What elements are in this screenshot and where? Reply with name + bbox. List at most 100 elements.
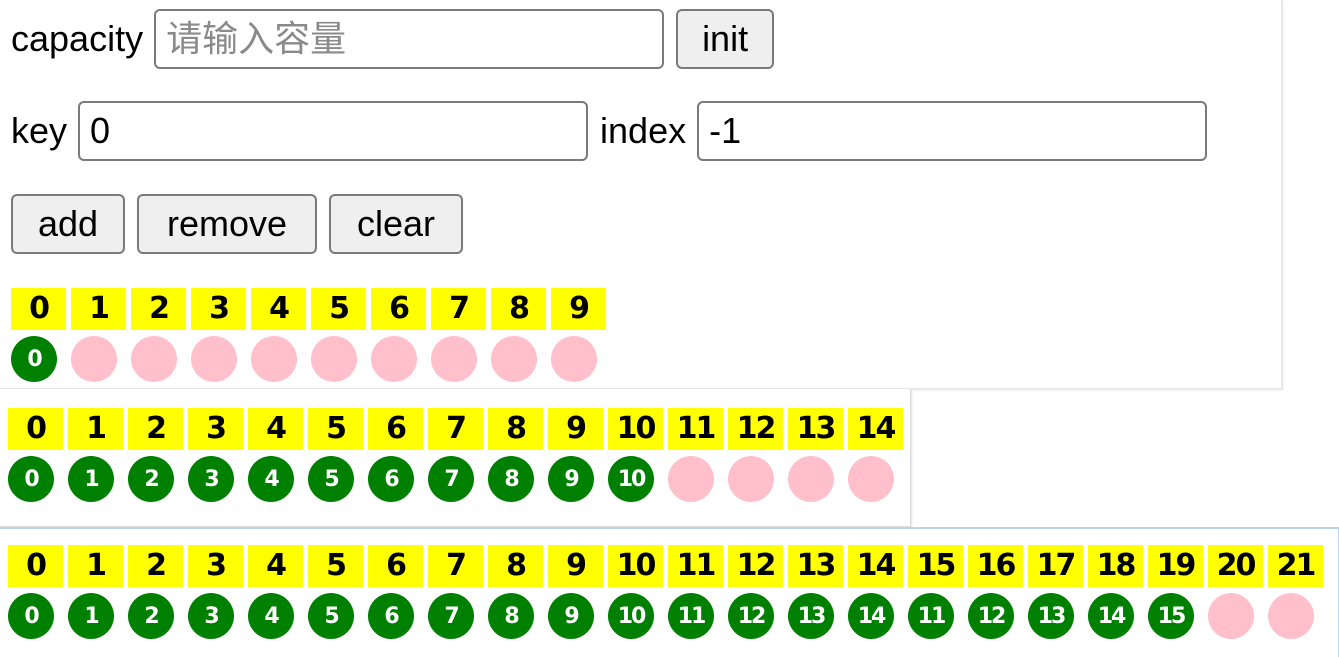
index-row: 0 1 2 3 4 5 6 7 8 9 10 11 12 13 14 15 16 17 18 19 20 21 <box>8 545 1328 587</box>
index-cell: 8 <box>491 288 546 330</box>
slot-row: 0 1 2 3 4 5 6 7 8 9 10 11 12 13 14 11 12 13 14 15 <box>8 587 1328 639</box>
key-index-row: key index <box>11 101 1208 161</box>
filled-slot: 14 <box>1088 593 1134 639</box>
index-cell: 11 <box>668 545 723 587</box>
index-cell: 1 <box>68 408 123 450</box>
empty-slot <box>71 336 117 382</box>
array-view: 0 1 2 3 4 5 6 7 8 9 10 11 12 13 14 0 1 2 3 4 5 6 7 8 9 10 <box>8 408 908 502</box>
index-cell: 10 <box>608 408 663 450</box>
empty-slot <box>371 336 417 382</box>
index-input[interactable] <box>697 101 1208 161</box>
index-cell: 3 <box>188 408 243 450</box>
filled-slot: 7 <box>428 593 474 639</box>
capacity-input[interactable] <box>154 9 665 69</box>
filled-slot: 15 <box>1148 593 1194 639</box>
index-cell: 21 <box>1268 545 1323 587</box>
index-cell: 6 <box>368 545 423 587</box>
index-cell: 5 <box>308 408 363 450</box>
index-cell: 12 <box>728 408 783 450</box>
empty-slot <box>311 336 357 382</box>
action-row: add remove clear <box>11 194 463 254</box>
index-cell: 5 <box>311 288 366 330</box>
index-cell: 13 <box>788 408 843 450</box>
filled-slot: 1 <box>68 456 114 502</box>
index-cell: 17 <box>1028 545 1083 587</box>
key-label: key <box>11 110 68 151</box>
index-cell: 8 <box>488 408 543 450</box>
index-cell: 9 <box>551 288 606 330</box>
index-cell: 8 <box>488 545 543 587</box>
filled-slot: 14 <box>848 593 894 639</box>
add-button[interactable]: add <box>11 194 125 254</box>
index-cell: 0 <box>11 288 66 330</box>
index-cell: 10 <box>608 545 663 587</box>
empty-slot <box>788 456 834 502</box>
filled-slot: 13 <box>1028 593 1074 639</box>
index-cell: 13 <box>788 545 843 587</box>
index-cell: 7 <box>428 408 483 450</box>
filled-slot: 5 <box>308 456 354 502</box>
key-input[interactable] <box>78 101 589 161</box>
filled-slot: 8 <box>488 456 534 502</box>
empty-slot <box>551 336 597 382</box>
filled-slot: 0 <box>8 593 54 639</box>
index-cell: 7 <box>431 288 486 330</box>
slot-row: 0 <box>11 330 611 382</box>
clear-button[interactable]: clear <box>329 194 463 254</box>
array-view: 0123456789 0 <box>11 288 611 382</box>
filled-slot: 8 <box>488 593 534 639</box>
capacity-label: capacity <box>11 18 144 59</box>
filled-slot: 12 <box>968 593 1014 639</box>
empty-slot <box>431 336 477 382</box>
index-cell: 15 <box>908 545 963 587</box>
index-cell: 3 <box>191 288 246 330</box>
filled-slot: 3 <box>188 593 234 639</box>
index-cell: 5 <box>308 545 363 587</box>
empty-slot <box>728 456 774 502</box>
filled-slot: 11 <box>668 593 714 639</box>
filled-slot: 4 <box>248 456 294 502</box>
empty-slot <box>191 336 237 382</box>
empty-slot <box>251 336 297 382</box>
main-panel: capacity init key index add remove clear… <box>0 0 1282 389</box>
index-cell: 0 <box>8 408 63 450</box>
index-cell: 2 <box>131 288 186 330</box>
filled-slot: 9 <box>548 593 594 639</box>
filled-slot: 4 <box>248 593 294 639</box>
filled-slot: 6 <box>368 593 414 639</box>
filled-slot: 2 <box>128 456 174 502</box>
index-cell: 2 <box>128 408 183 450</box>
index-cell: 19 <box>1148 545 1203 587</box>
filled-slot: 0 <box>11 336 57 382</box>
filled-slot: 10 <box>608 593 654 639</box>
filled-slot: 12 <box>728 593 774 639</box>
filled-slot: 1 <box>68 593 114 639</box>
index-cell: 9 <box>548 545 603 587</box>
index-cell: 4 <box>248 408 303 450</box>
index-cell: 1 <box>71 288 126 330</box>
empty-slot <box>131 336 177 382</box>
remove-button[interactable]: remove <box>137 194 317 254</box>
capacity-row: capacity init <box>11 9 775 69</box>
filled-slot: 0 <box>8 456 54 502</box>
index-cell: 3 <box>188 545 243 587</box>
init-button[interactable]: init <box>676 9 775 69</box>
array-panel: 0 1 2 3 4 5 6 7 8 9 10 11 12 13 14 0 1 2 3 4 5 6 7 8 9 10 <box>0 389 911 527</box>
index-cell: 14 <box>848 545 903 587</box>
filled-slot: 13 <box>788 593 834 639</box>
index-cell: 1 <box>68 545 123 587</box>
filled-slot: 7 <box>428 456 474 502</box>
index-cell: 4 <box>251 288 306 330</box>
empty-slot <box>848 456 894 502</box>
index-cell: 6 <box>371 288 426 330</box>
index-cell: 9 <box>548 408 603 450</box>
filled-slot: 6 <box>368 456 414 502</box>
index-label: index <box>600 110 687 151</box>
index-cell: 4 <box>248 545 303 587</box>
empty-slot <box>1268 593 1314 639</box>
slot-row: 0 1 2 3 4 5 6 7 8 9 10 <box>8 450 908 502</box>
index-cell: 12 <box>728 545 783 587</box>
index-row: 0 1 2 3 4 5 6 7 8 9 10 11 12 13 14 <box>8 408 908 450</box>
filled-slot: 9 <box>548 456 594 502</box>
array-panel: 0 1 2 3 4 5 6 7 8 9 10 11 12 13 14 15 16 17 18 19 20 21 0 1 2 3 4 5… <box>0 527 1339 657</box>
